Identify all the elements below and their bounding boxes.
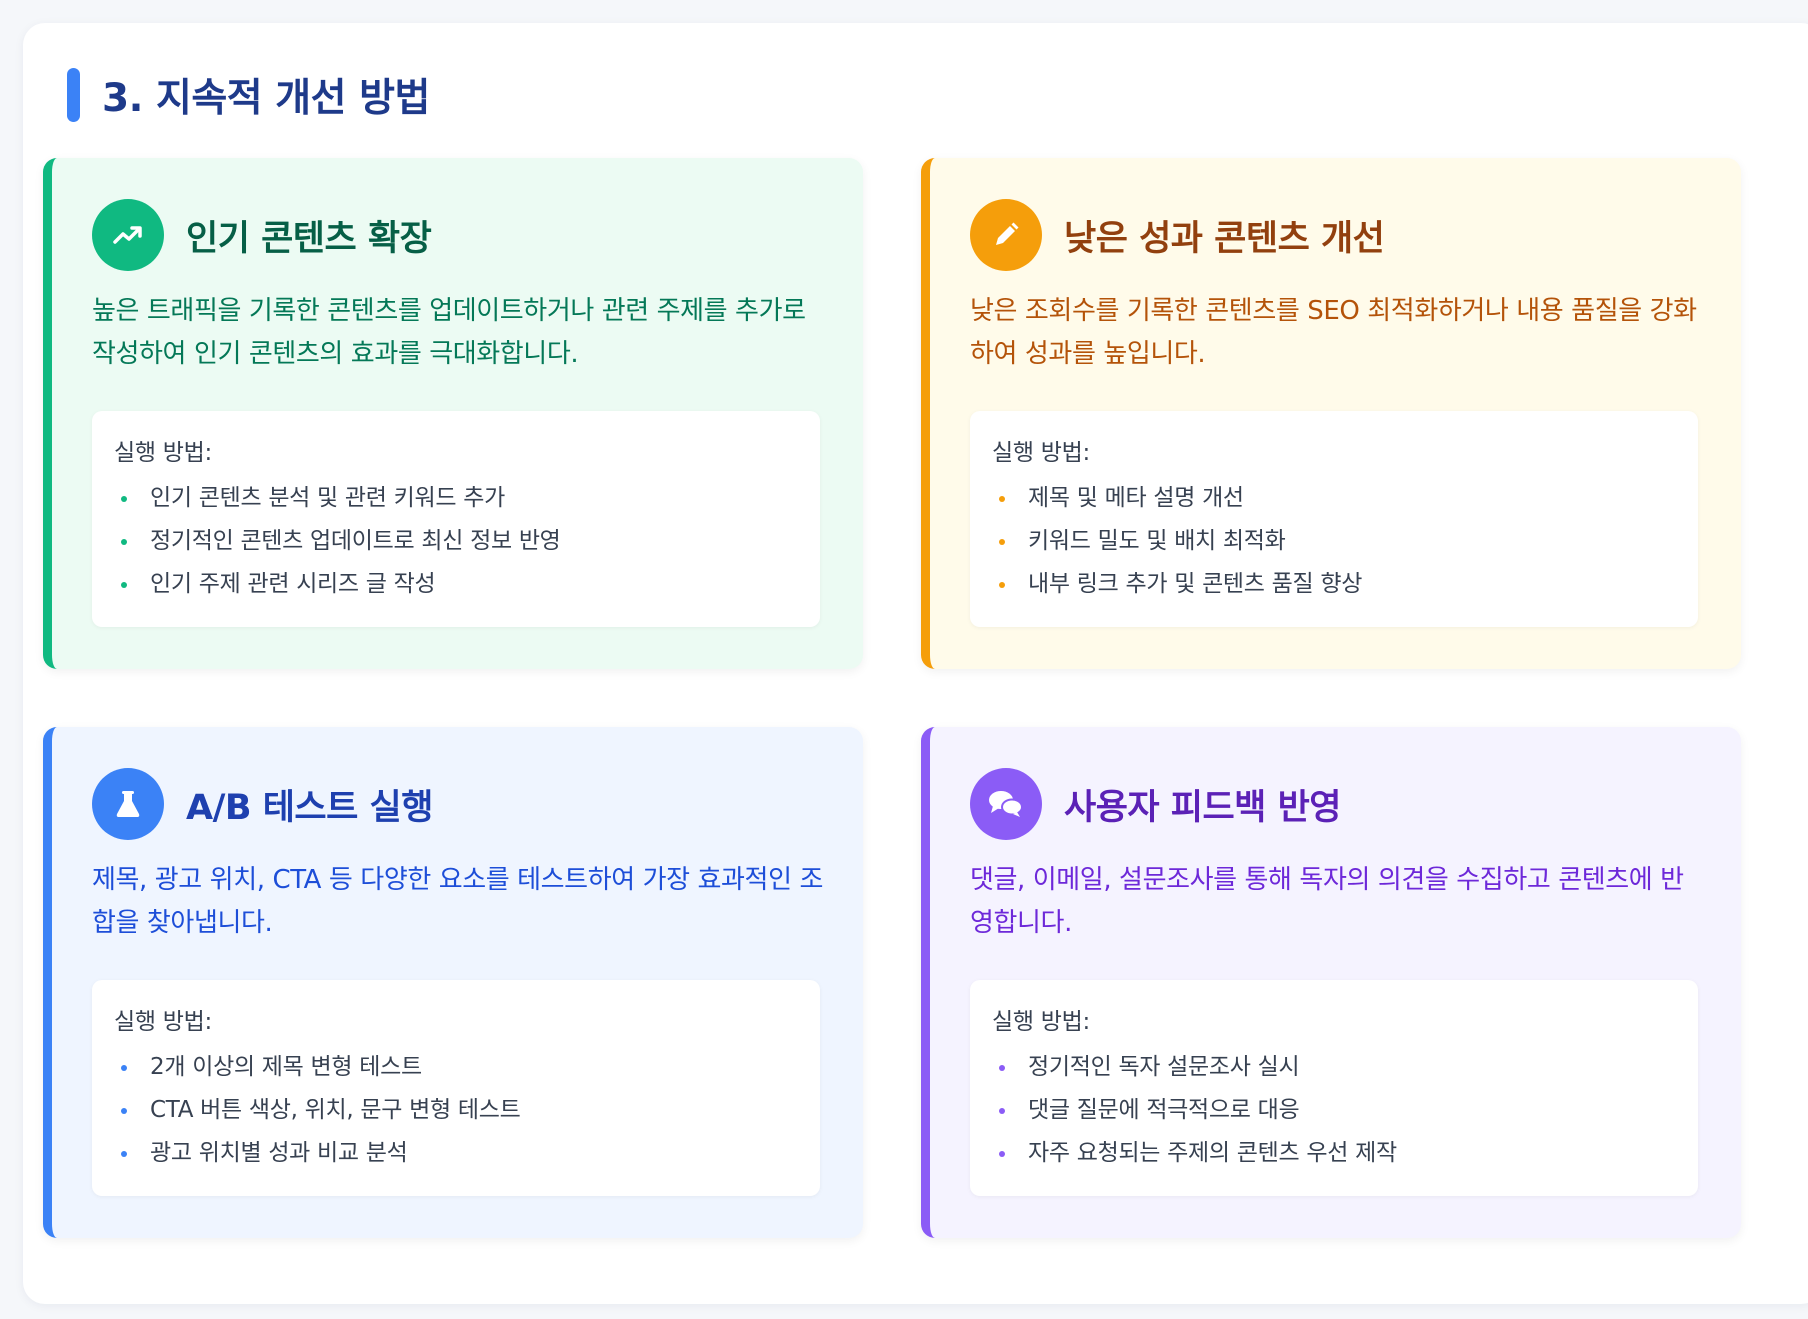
method-text: 인기 주제 관련 시리즈 글 작성: [150, 571, 436, 597]
bullet-icon: [999, 1108, 1005, 1114]
card-header: 낮은 성과 콘텐츠 개선: [970, 199, 1385, 271]
method-box: 실행 방법: 2개 이상의 제목 변형 테스트 CTA 버튼 색상, 위치, 문…: [92, 980, 820, 1196]
bullet-icon: [999, 539, 1005, 545]
list-item: 광고 위치별 성과 비교 분석: [114, 1132, 520, 1175]
method-list: 제목 및 메타 설명 개선 키워드 밀도 및 배치 최적화 내부 링크 추가 및…: [992, 477, 1362, 606]
method-text: 댓글 질문에 적극적으로 대응: [1028, 1097, 1300, 1123]
method-text: 2개 이상의 제목 변형 테스트: [150, 1054, 422, 1080]
method-text: 제목 및 메타 설명 개선: [1028, 485, 1244, 511]
list-item: 제목 및 메타 설명 개선: [992, 477, 1362, 520]
list-item: 자주 요청되는 주제의 콘텐츠 우선 제작: [992, 1132, 1397, 1175]
list-item: 인기 콘텐츠 분석 및 관련 키워드 추가: [114, 477, 561, 520]
method-text: 인기 콘텐츠 분석 및 관련 키워드 추가: [150, 485, 505, 511]
method-box: 실행 방법: 제목 및 메타 설명 개선 키워드 밀도 및 배치 최적화 내부 …: [970, 411, 1698, 627]
card-title: 인기 콘텐츠 확장: [186, 218, 432, 259]
method-box: 실행 방법: 정기적인 독자 설문조사 실시 댓글 질문에 적극적으로 대응 자…: [970, 980, 1698, 1196]
comments-icon: [970, 768, 1042, 840]
method-list: 인기 콘텐츠 분석 및 관련 키워드 추가 정기적인 콘텐츠 업데이트로 최신 …: [114, 477, 561, 606]
card-description: 제목, 광고 위치, CTA 등 다양한 요소를 테스트하여 가장 효과적인 조…: [92, 865, 823, 938]
card-description: 댓글, 이메일, 설문조사를 통해 독자의 의견을 수집하고 콘텐츠에 반영합니…: [970, 865, 1684, 938]
card-header: 사용자 피드백 반영: [970, 768, 1341, 840]
list-item: 인기 주제 관련 시리즈 글 작성: [114, 563, 561, 606]
section-header: 3. 지속적 개선 방법: [67, 67, 430, 123]
title-accent-bar: [67, 68, 80, 122]
bullet-icon: [121, 1108, 127, 1114]
section-title: 3. 지속적 개선 방법: [102, 76, 430, 121]
card-user-feedback: 사용자 피드백 반영 댓글, 이메일, 설문조사를 통해 독자의 의견을 수집하…: [921, 727, 1741, 1238]
method-text: 정기적인 콘텐츠 업데이트로 최신 정보 반영: [150, 528, 561, 554]
list-item: 내부 링크 추가 및 콘텐츠 품질 향상: [992, 563, 1362, 606]
trending-up-icon: [92, 199, 164, 271]
method-text: 자주 요청되는 주제의 콘텐츠 우선 제작: [1028, 1140, 1397, 1166]
method-text: CTA 버튼 색상, 위치, 문구 변형 테스트: [150, 1097, 521, 1123]
card-description: 낮은 조회수를 기록한 콘텐츠를 SEO 최적화하거나 내용 품질을 강화하여 …: [970, 296, 1697, 369]
method-label: 실행 방법:: [992, 1009, 1090, 1035]
bullet-icon: [999, 1065, 1005, 1071]
card-popular-content: 인기 콘텐츠 확장 높은 트래픽을 기록한 콘텐츠를 업데이트하거나 관련 주제…: [43, 158, 863, 669]
list-item: 2개 이상의 제목 변형 테스트: [114, 1046, 520, 1089]
method-text: 내부 링크 추가 및 콘텐츠 품질 향상: [1028, 571, 1363, 597]
method-list: 2개 이상의 제목 변형 테스트 CTA 버튼 색상, 위치, 문구 변형 테스…: [114, 1046, 521, 1175]
method-text: 광고 위치별 성과 비교 분석: [150, 1140, 408, 1166]
method-label: 실행 방법:: [992, 440, 1090, 466]
card-title: A/B 테스트 실행: [186, 787, 433, 828]
card-header: 인기 콘텐츠 확장: [92, 199, 432, 271]
bullet-icon: [121, 1065, 127, 1071]
list-item: 정기적인 독자 설문조사 실시: [992, 1046, 1397, 1089]
card-header: A/B 테스트 실행: [92, 768, 433, 840]
bullet-icon: [999, 582, 1005, 588]
method-text: 키워드 밀도 및 배치 최적화: [1028, 528, 1286, 554]
bullet-icon: [121, 496, 127, 502]
card-title: 사용자 피드백 반영: [1064, 787, 1341, 828]
card-title: 낮은 성과 콘텐츠 개선: [1064, 218, 1385, 259]
card-description: 높은 트래픽을 기록한 콘텐츠를 업데이트하거나 관련 주제를 추가로 작성하여…: [92, 296, 806, 369]
list-item: 정기적인 콘텐츠 업데이트로 최신 정보 반영: [114, 520, 561, 563]
card-ab-test: A/B 테스트 실행 제목, 광고 위치, CTA 등 다양한 요소를 테스트하…: [43, 727, 863, 1238]
method-label: 실행 방법:: [114, 1009, 212, 1035]
method-label: 실행 방법:: [114, 440, 212, 466]
bullet-icon: [121, 582, 127, 588]
bullet-icon: [121, 539, 127, 545]
bullet-icon: [999, 496, 1005, 502]
list-item: 키워드 밀도 및 배치 최적화: [992, 520, 1362, 563]
flask-icon: [92, 768, 164, 840]
bullet-icon: [999, 1151, 1005, 1157]
list-item: CTA 버튼 색상, 위치, 문구 변형 테스트: [114, 1089, 521, 1132]
method-list: 정기적인 독자 설문조사 실시 댓글 질문에 적극적으로 대응 자주 요청되는 …: [992, 1046, 1397, 1175]
pencil-icon: [970, 199, 1042, 271]
list-item: 댓글 질문에 적극적으로 대응: [992, 1089, 1397, 1132]
bullet-icon: [121, 1151, 127, 1157]
card-low-performance: 낮은 성과 콘텐츠 개선 낮은 조회수를 기록한 콘텐츠를 SEO 최적화하거나…: [921, 158, 1741, 669]
method-box: 실행 방법: 인기 콘텐츠 분석 및 관련 키워드 추가 정기적인 콘텐츠 업데…: [92, 411, 820, 627]
method-text: 정기적인 독자 설문조사 실시: [1028, 1054, 1300, 1080]
